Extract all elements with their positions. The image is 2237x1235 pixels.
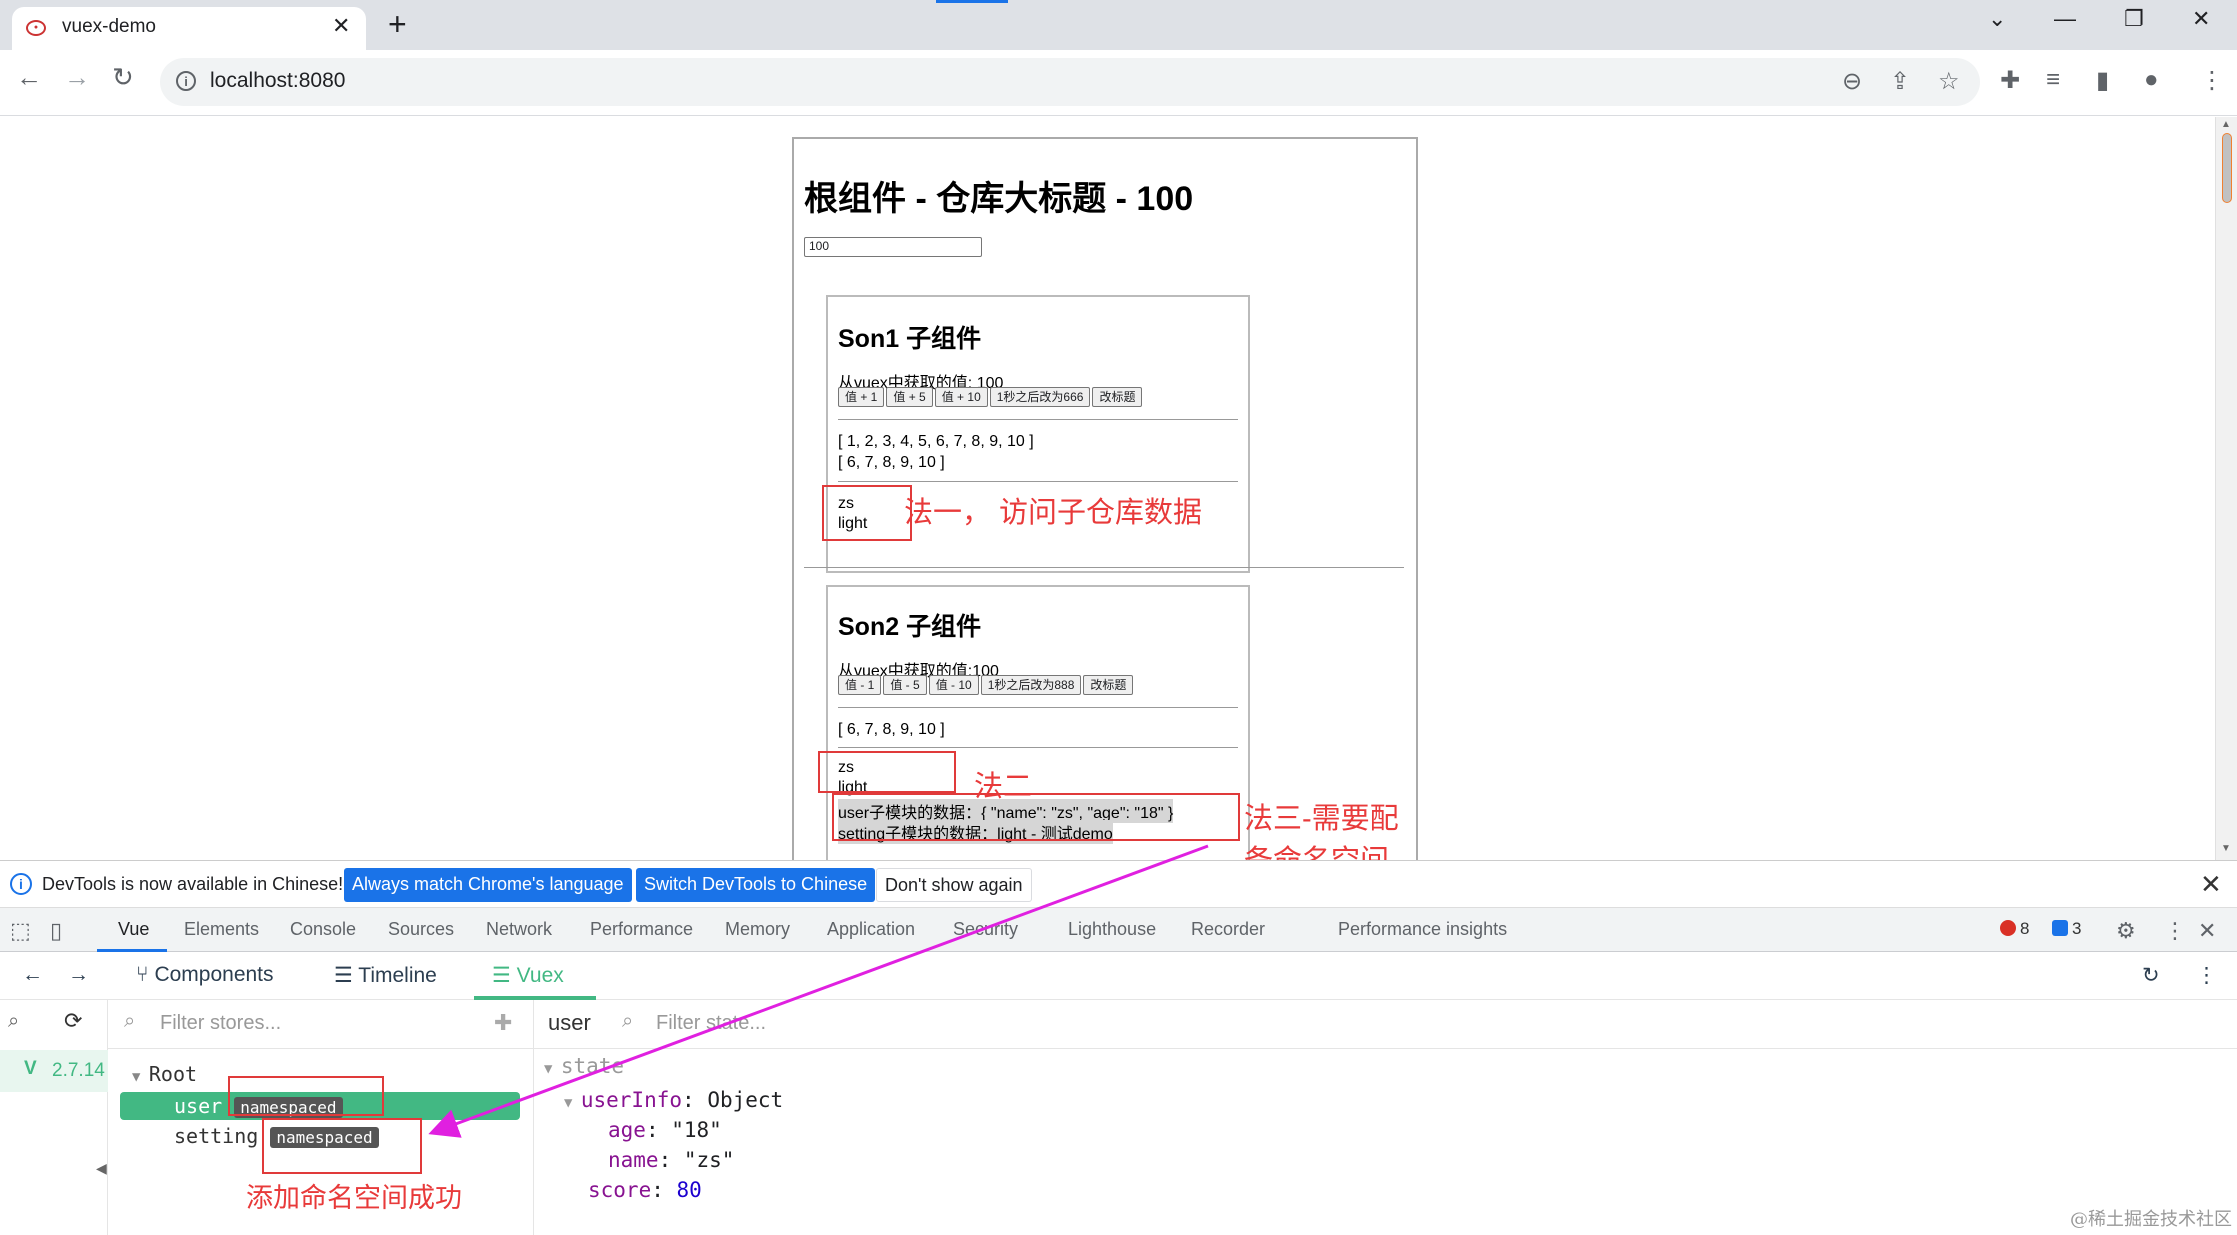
watermark: @稀土掘金技术社区 xyxy=(2070,1209,2232,1230)
annotation-arrow xyxy=(428,844,1209,1138)
